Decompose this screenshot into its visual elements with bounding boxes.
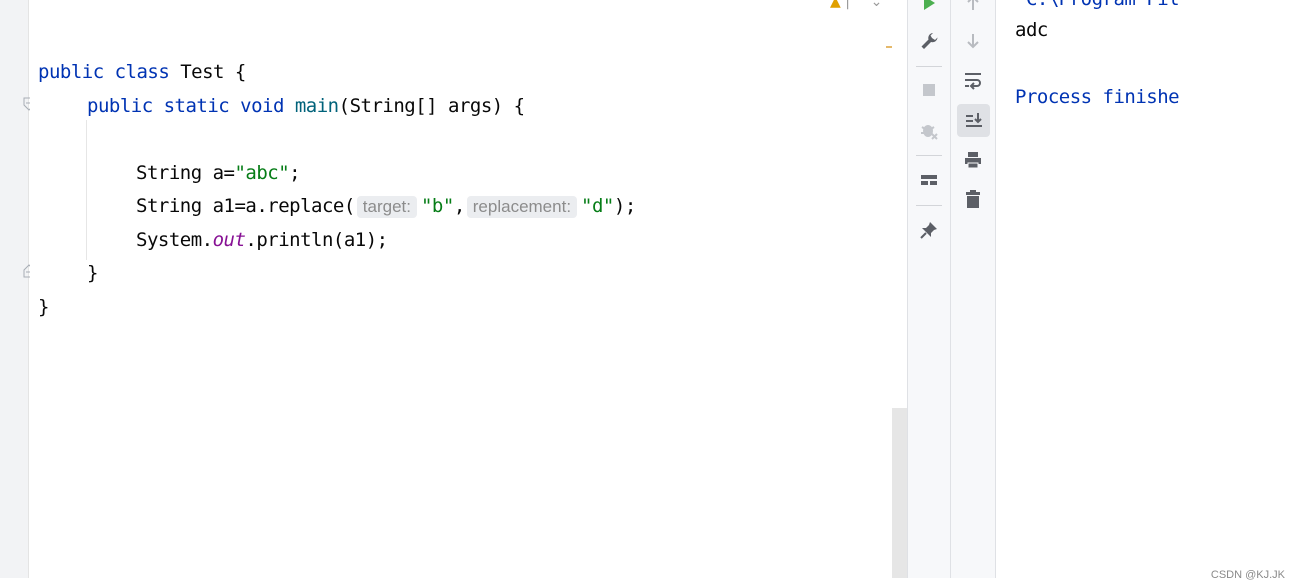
console-command-line: "C:\Program Fil bbox=[1015, 0, 1180, 10]
edit-configuration-button[interactable] bbox=[916, 28, 942, 54]
stop-button[interactable] bbox=[916, 77, 942, 103]
navigate-arrows-icon[interactable]: ⌃ ⌄ bbox=[854, 0, 882, 10]
code-token: ; bbox=[289, 162, 301, 184]
code-line-5[interactable]: String a1=a.replace(target: "b", replaceme… bbox=[136, 195, 636, 218]
print-button[interactable] bbox=[960, 147, 986, 173]
print-icon bbox=[965, 152, 981, 169]
code-token: main bbox=[294, 95, 339, 117]
parameter-hint: target: bbox=[356, 196, 417, 218]
layout-button[interactable] bbox=[916, 167, 942, 193]
code-line-6[interactable]: System.out.println(a1); bbox=[136, 229, 388, 251]
toolbar-separator bbox=[916, 155, 942, 156]
code-token: out bbox=[212, 229, 246, 251]
toolbar-separator bbox=[916, 205, 942, 206]
code-token: static bbox=[163, 95, 241, 117]
trash-icon bbox=[966, 190, 980, 208]
code-token: "b" bbox=[420, 195, 454, 217]
console-output: adc bbox=[1015, 19, 1048, 41]
code-line-4[interactable]: String a="abc"; bbox=[136, 162, 301, 184]
code-token: Test { bbox=[180, 61, 246, 83]
warning-icon[interactable]: ▲ bbox=[830, 0, 841, 10]
code-line-1[interactable]: public class Test { bbox=[38, 61, 246, 83]
indent-guide bbox=[86, 120, 87, 260]
code-token: } bbox=[87, 262, 98, 284]
code-token: void bbox=[240, 95, 295, 117]
code-token: public bbox=[87, 95, 164, 117]
run-toolbar-right bbox=[951, 0, 996, 578]
code-line-8[interactable]: } bbox=[38, 296, 49, 318]
layout-icon bbox=[921, 175, 937, 185]
watermark: CSDN @KJ.JK bbox=[1210, 569, 1285, 581]
code-token: } bbox=[38, 296, 49, 318]
code-line-7[interactable]: } bbox=[87, 262, 98, 284]
run-console[interactable]: "C:\Program Fil adc Process finishe bbox=[997, 0, 1193, 578]
separator: | bbox=[845, 0, 850, 10]
down-the-stack-button[interactable] bbox=[960, 28, 986, 54]
code-line-2[interactable]: public static void main(String[] args) { bbox=[87, 95, 525, 117]
scroll-to-end-icon bbox=[965, 112, 982, 127]
code-token: .println(a1); bbox=[245, 229, 388, 251]
scroll-to-end-button[interactable] bbox=[957, 104, 990, 137]
code-token: class bbox=[114, 61, 181, 83]
editor-scrollbar-thumb[interactable] bbox=[892, 408, 907, 578]
stop-icon bbox=[923, 84, 935, 96]
code-token: System. bbox=[136, 229, 213, 251]
code-token: String a1=a.replace( bbox=[136, 195, 355, 217]
bottom-strip bbox=[0, 578, 1299, 587]
clear-all-button[interactable] bbox=[960, 186, 986, 212]
soft-wrap-button[interactable] bbox=[960, 67, 986, 93]
inspection-widget[interactable]: ▲ | ⌃ ⌄ bbox=[830, 0, 882, 10]
down-arrow-icon bbox=[967, 34, 979, 49]
rerun-button[interactable] bbox=[916, 0, 942, 16]
editor-gutter bbox=[0, 0, 35, 578]
code-token: ); bbox=[613, 195, 636, 217]
run-toolbar-left bbox=[907, 0, 951, 578]
up-arrow-icon bbox=[967, 0, 979, 10]
console-exit-status: Process finishe bbox=[1015, 86, 1180, 108]
debug-icon bbox=[921, 125, 938, 140]
code-editor[interactable]: ▲ | ⌃ ⌄ public class Test { public stati… bbox=[30, 0, 892, 578]
pin-tab-button[interactable] bbox=[916, 217, 942, 243]
code-token: public bbox=[38, 61, 115, 83]
wrench-icon bbox=[921, 33, 938, 49]
debug-button[interactable] bbox=[916, 117, 942, 143]
toolbar-separator bbox=[916, 66, 942, 67]
code-token: (String[] args) { bbox=[338, 95, 525, 117]
pin-icon bbox=[920, 222, 937, 239]
parameter-hint: replacement: bbox=[466, 196, 578, 218]
code-token: "d" bbox=[581, 195, 614, 217]
code-token: String a= bbox=[136, 162, 235, 184]
code-token: "abc" bbox=[234, 162, 290, 184]
soft-wrap-icon bbox=[965, 73, 981, 90]
rerun-icon bbox=[924, 0, 935, 10]
up-the-stack-button[interactable] bbox=[960, 0, 986, 16]
code-token: , bbox=[453, 195, 465, 217]
